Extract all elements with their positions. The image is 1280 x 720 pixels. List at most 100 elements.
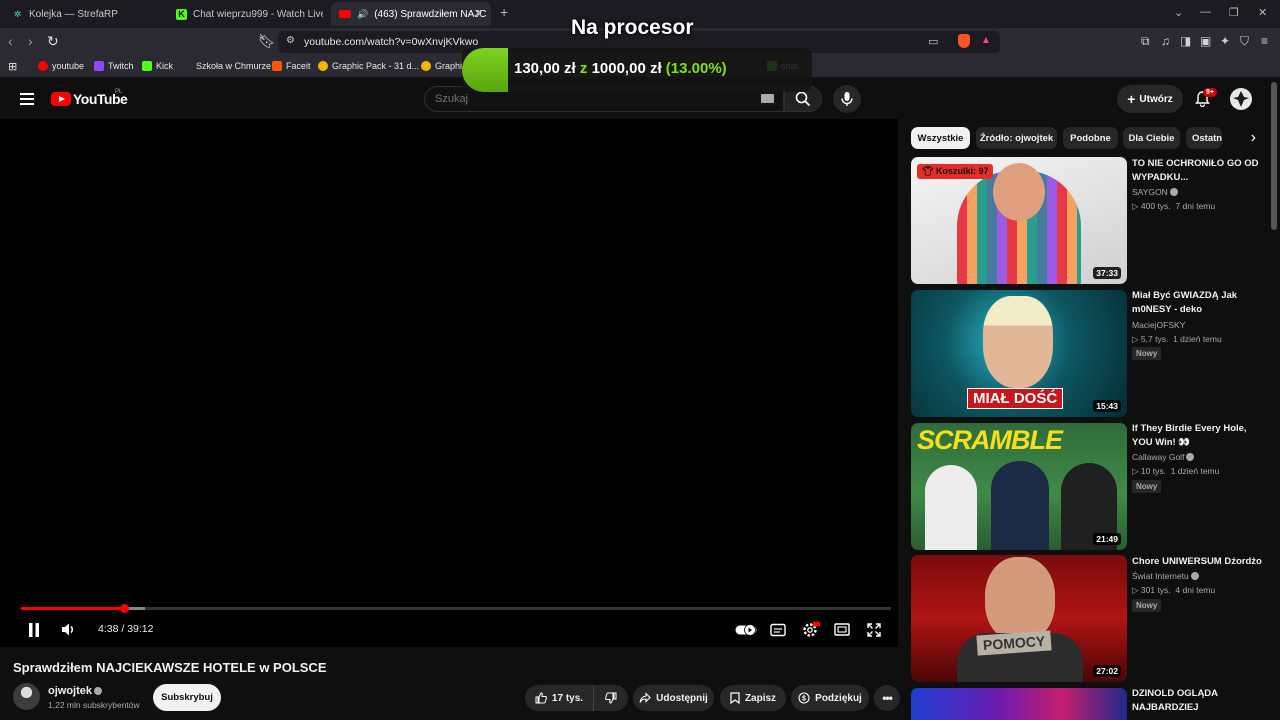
subscribe-button[interactable]: Subskrybuj (153, 684, 221, 711)
bookmark-twitch[interactable]: Twitch (94, 61, 134, 71)
brave-shield-icon[interactable] (958, 34, 970, 48)
donation-separator: z (579, 60, 588, 77)
chip-all[interactable]: Wszystkie (911, 127, 970, 149)
share-button[interactable]: Udostępnij (633, 685, 714, 711)
keyboard-icon[interactable] (761, 94, 774, 103)
chip-for-you[interactable]: Dla Ciebie (1123, 127, 1180, 149)
dislike-button[interactable] (593, 685, 628, 711)
thumbs-up-icon (535, 692, 547, 704)
volume-icon[interactable] (61, 622, 76, 637)
bookmark-szkola-w-chmurze[interactable]: Szkoła w Chmurze (182, 61, 271, 71)
recommendation-title[interactable]: Chore UNIWERSUM Dżordżo (1132, 555, 1264, 569)
donation-goal-bar: 130,00 zł z 1000,00 zł (13.00%) (462, 48, 812, 92)
bookmark-label: Szkoła w Chmurze (196, 61, 272, 71)
bookmark-icon[interactable]: 🔖︎ (258, 34, 276, 48)
fullscreen-icon[interactable] (867, 623, 881, 637)
progress-scrubber-handle[interactable] (119, 604, 129, 613)
recommendation-channel[interactable]: Callaway Golf (1132, 452, 1195, 462)
recommendation-title[interactable]: DZINOLD OGLĄDA NAJBARDZIEJ (1132, 687, 1264, 715)
youtube-icon (38, 61, 48, 71)
create-button[interactable]: + Utwórz (1117, 85, 1183, 113)
search-icon (795, 91, 811, 107)
vpn-shield-icon[interactable]: ⛉ (1240, 35, 1249, 47)
recommendation-thumbnail[interactable]: POMOCY 27:02 (911, 555, 1127, 682)
chips-scroll-right-icon[interactable]: › (1226, 127, 1256, 149)
recommendation-title[interactable]: TO NIE OCHRONIŁO GO OD WYPADKU... (1132, 157, 1264, 185)
forward-icon[interactable]: › (28, 34, 33, 48)
bookmark-label: Faceit (286, 61, 311, 71)
thumbnail-face (985, 557, 1055, 642)
recommendation-thumbnail[interactable]: 👕︎ Koszulki: 97 37:33 (911, 157, 1127, 284)
recommendation-thumbnail[interactable]: SCRAMBLE 21:49 (911, 423, 1127, 550)
view-count: 400 tys. (1140, 201, 1171, 211)
bookmark-kick[interactable]: Kick (142, 61, 173, 71)
apps-grid-icon[interactable]: ⊞ (8, 60, 17, 73)
hamburger-menu-icon[interactable] (20, 93, 34, 105)
pause-icon[interactable] (28, 623, 40, 637)
share-icon (639, 692, 651, 703)
video-player[interactable] (0, 119, 898, 647)
tab-kick-chat[interactable]: K Chat wieprzu999 - Watch Live on Kick (168, 2, 328, 26)
kick-favicon-icon: K (176, 8, 187, 20)
progress-bar[interactable] (21, 604, 891, 613)
subtitles-icon[interactable] (770, 623, 786, 637)
site-info-icon[interactable]: ⚙︎ (286, 35, 295, 46)
voice-search-button[interactable] (833, 85, 861, 113)
drive-icon (421, 61, 431, 71)
tab-youtube-video[interactable]: 🔊 (463) Sprawdziłem NAJCIEKAWSZE ✕ (331, 2, 491, 26)
theater-mode-icon[interactable] (834, 623, 850, 636)
leo-ai-icon[interactable]: ✦ (1220, 35, 1230, 47)
recommendation-title[interactable]: If They Birdie Every Hole, YOU Win! 👀 (1132, 422, 1264, 450)
chip-from-channel[interactable]: Źródło: ojwojtek (976, 127, 1057, 149)
thanks-label: Podziękuj (815, 692, 862, 704)
recommendation-channel[interactable]: MaciejOFSKY (1132, 320, 1185, 330)
share-label: Udostępnij (656, 692, 708, 704)
close-window-icon[interactable]: ✕ (1258, 6, 1267, 19)
reload-icon[interactable]: ↻ (47, 34, 59, 48)
more-dots-icon: ••• (882, 691, 893, 705)
sidebar-icon[interactable]: ◨ (1180, 35, 1191, 47)
brave-rewards-icon[interactable]: ▲ (981, 35, 991, 46)
tab-strefarp[interactable]: ✲ Kolejka — StrefaRP (4, 2, 166, 26)
recommendation-meta: ▷ 301 tys. 4 dni temu (1132, 585, 1216, 595)
recommendation-title[interactable]: Miał Być GWIAZDĄ Jak m0NESY - deko (1132, 289, 1264, 317)
youtube-logo-icon[interactable] (51, 92, 71, 106)
back-icon[interactable]: ‹ (8, 34, 13, 48)
chip-related[interactable]: Podobne (1063, 127, 1118, 149)
autoplay-toggle-icon[interactable] (735, 623, 757, 637)
cast-icon[interactable]: ▭ (928, 35, 938, 48)
verified-icon (1186, 453, 1195, 461)
recommendation-channel[interactable]: SAYGON (1132, 187, 1178, 197)
bookmark-youtube[interactable]: youtube (38, 61, 84, 71)
thanks-button[interactable]: $ Podziękuj (791, 685, 869, 711)
user-avatar[interactable] (1230, 88, 1252, 110)
extensions-icon[interactable]: ⧉ (1141, 35, 1150, 47)
minimize-icon[interactable]: — (1200, 6, 1211, 18)
bookmark-faceit[interactable]: Faceit (272, 61, 311, 71)
more-actions-button[interactable]: ••• (874, 685, 900, 711)
chip-recently-uploaded[interactable]: Ostatnio (1186, 127, 1222, 149)
bookmark-label: Twitch (108, 61, 134, 71)
recommendation-meta: ▷ 10 tys. 1 dzień temu (1132, 466, 1220, 476)
media-icon[interactable]: ♫ (1161, 35, 1170, 47)
like-button[interactable]: 17 tys. (525, 685, 593, 711)
settings-gear-icon[interactable] (802, 621, 820, 638)
speaker-icon[interactable]: 🔊 (357, 9, 368, 20)
tab-list-chevron-icon[interactable]: ⌄ (1174, 6, 1183, 19)
channel-avatar[interactable] (13, 683, 40, 710)
bookmark-graphic[interactable]: Graphic (421, 61, 467, 71)
new-tab-button[interactable]: + (500, 4, 508, 20)
recommendation-thumbnail[interactable]: MIAŁ DOŚĆ 15:43 (911, 290, 1127, 417)
youtube-favicon-icon (339, 10, 351, 18)
menu-icon[interactable]: ≡ (1261, 35, 1268, 47)
page-scrollbar-thumb[interactable] (1271, 82, 1277, 230)
recommendation-meta: ▷ 5,7 tys. 1 dzień temu (1132, 334, 1222, 344)
channel-name[interactable]: ojwojtek (48, 685, 103, 697)
save-button[interactable]: Zapisz (720, 685, 786, 711)
maximize-icon[interactable]: ❐ (1229, 6, 1239, 19)
bookmark-graphic-pack[interactable]: Graphic Pack - 31 d... (318, 61, 419, 71)
close-tab-icon[interactable]: ✕ (474, 7, 483, 20)
recommendation-channel[interactable]: Świat Internetu (1132, 571, 1199, 581)
recommendation-thumbnail[interactable] (911, 688, 1127, 720)
wallet-icon[interactable]: ▣ (1200, 35, 1211, 47)
